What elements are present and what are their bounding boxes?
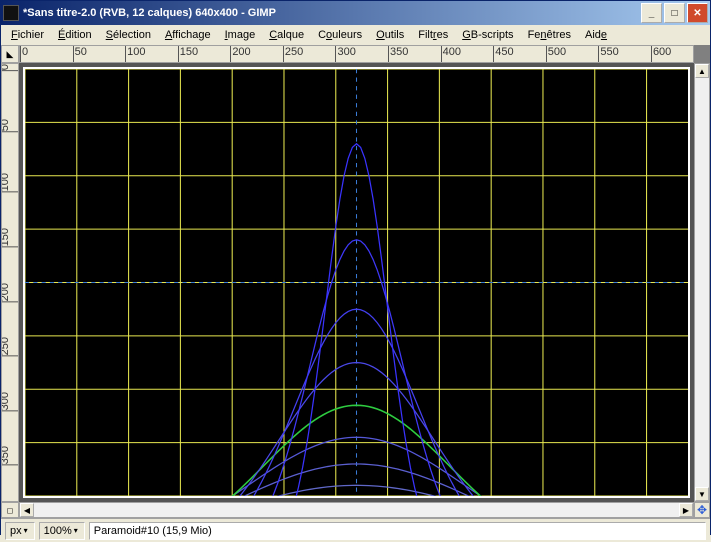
titlebar[interactable]: *Sans titre-2.0 (RVB, 12 calques) 640x40… — [1, 1, 710, 25]
workspace: ◣ 050100150200250300350400450500550600 0… — [1, 45, 710, 534]
menu-image[interactable]: Image — [219, 27, 262, 43]
menu-view[interactable]: Affichage — [159, 27, 217, 43]
scroll-right-button[interactable]: ▶ — [679, 503, 693, 517]
menu-layer[interactable]: Calque — [263, 27, 310, 43]
scroll-down-button[interactable]: ▼ — [695, 487, 709, 501]
app-icon — [3, 5, 19, 21]
menu-edit[interactable]: Édition — [52, 27, 98, 43]
menu-windows[interactable]: Fenêtres — [522, 27, 577, 43]
menu-filters[interactable]: Filtres — [412, 27, 454, 43]
menu-colors[interactable]: Couleurs — [312, 27, 368, 43]
horizontal-ruler[interactable]: 050100150200250300350400450500550600 — [19, 45, 694, 63]
zoom-selector[interactable]: 100%▾ — [39, 522, 85, 540]
maximize-button[interactable]: □ — [664, 3, 685, 23]
quickmask-toggle[interactable]: ◻ — [1, 502, 19, 518]
vscroll-track[interactable] — [695, 78, 709, 487]
main-window: *Sans titre-2.0 (RVB, 12 calques) 640x40… — [0, 0, 711, 535]
menu-select[interactable]: Sélection — [100, 27, 157, 43]
close-button[interactable]: ✕ — [687, 3, 708, 23]
menu-help[interactable]: Aide — [579, 27, 613, 43]
scroll-left-button[interactable]: ◀ — [20, 503, 34, 517]
vertical-scrollbar[interactable]: ▲ ▼ — [694, 63, 710, 502]
statusbar: px▾ 100%▾ Paramoid#10 (15,9 Mio) — [1, 518, 710, 542]
menu-scripts[interactable]: GB-scripts — [456, 27, 519, 43]
menu-file[interactable]: Fichier — [5, 27, 50, 43]
vertical-ruler[interactable]: 050100150200250300350400 — [1, 63, 19, 502]
horizontal-scrollbar[interactable]: ◀ ▶ — [19, 502, 694, 518]
unit-selector[interactable]: px▾ — [5, 522, 35, 540]
chevron-down-icon: ▾ — [72, 526, 80, 535]
ruler-corner-button[interactable]: ◣ — [1, 45, 19, 63]
window-title: *Sans titre-2.0 (RVB, 12 calques) 640x40… — [23, 7, 639, 19]
image-canvas[interactable] — [25, 69, 688, 496]
minimize-button[interactable]: _ — [641, 3, 662, 23]
chevron-down-icon: ▾ — [22, 526, 30, 535]
navigation-button[interactable]: ✥ — [694, 502, 710, 518]
hscroll-track[interactable] — [34, 503, 679, 517]
scroll-up-button[interactable]: ▲ — [695, 64, 709, 78]
menubar: Fichier Édition Sélection Affichage Imag… — [1, 25, 710, 45]
status-layer-label: Paramoid#10 (15,9 Mio) — [89, 522, 706, 540]
canvas-area[interactable] — [19, 63, 694, 502]
menu-tools[interactable]: Outils — [370, 27, 410, 43]
